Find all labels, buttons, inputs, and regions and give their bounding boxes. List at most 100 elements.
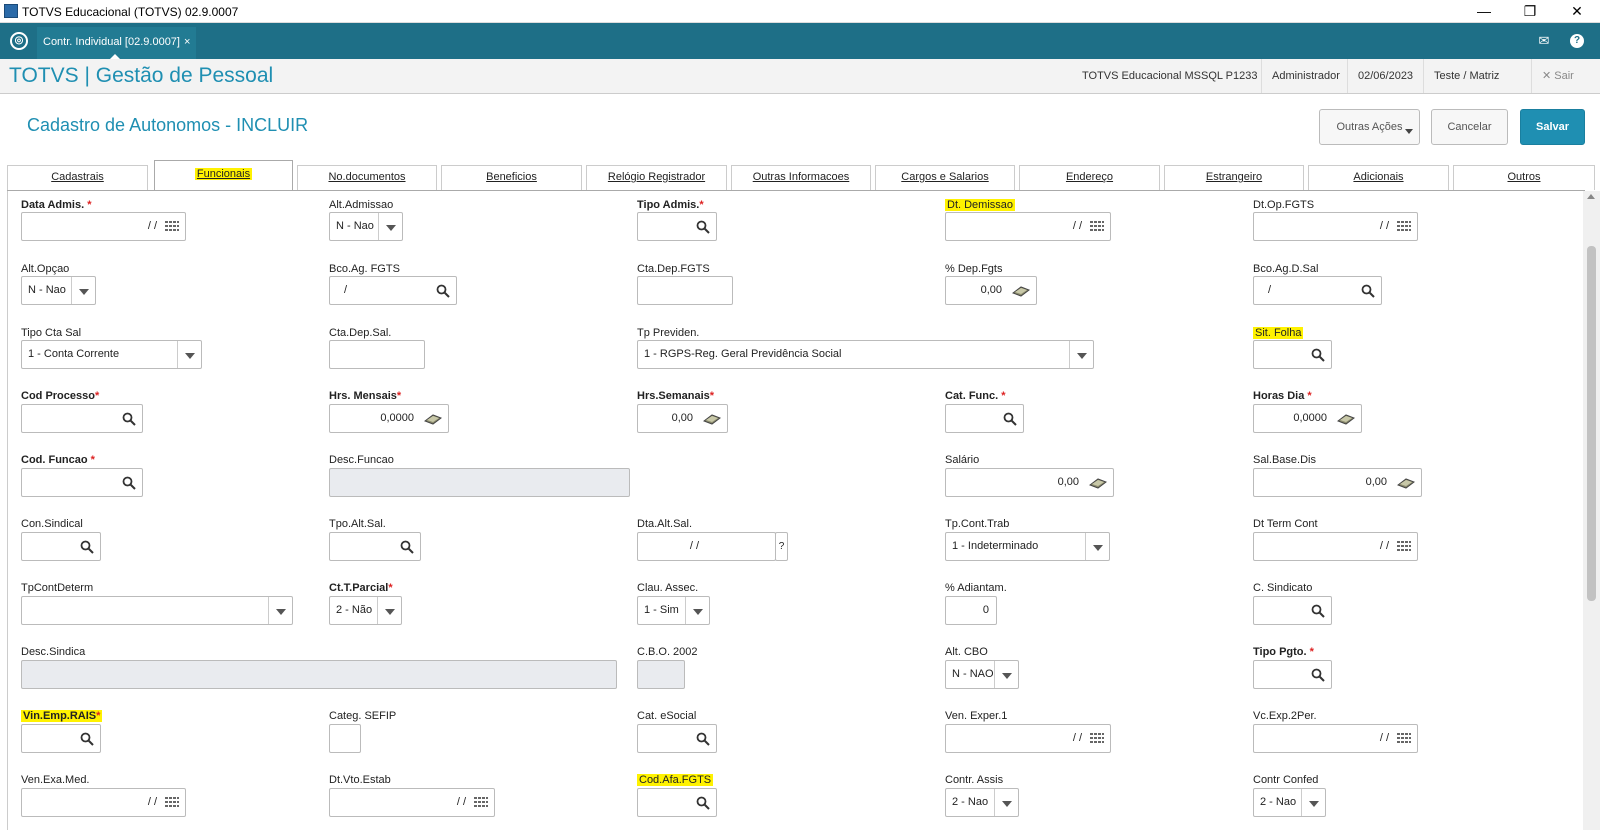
cat-esocial-field[interactable] <box>637 724 717 753</box>
search-icon[interactable] <box>1311 348 1325 362</box>
exit-button[interactable]: ✕ Sair <box>1531 59 1584 93</box>
tpo-alt-sal-field[interactable] <box>329 532 421 561</box>
help-icon[interactable]: ? <box>1570 34 1584 48</box>
dt-op-fgts-field[interactable]: / / <box>1253 212 1418 241</box>
sal-base-dis-field[interactable]: 0,00 <box>1253 468 1422 497</box>
chevron-down-icon[interactable] <box>71 277 95 304</box>
bco-ag-fgts-field[interactable]: / <box>329 276 457 305</box>
cancel-button[interactable]: Cancelar <box>1431 109 1508 145</box>
save-button[interactable]: Salvar <box>1520 109 1585 145</box>
cta-dep-fgts-field[interactable] <box>637 276 733 305</box>
calculator-icon[interactable] <box>703 412 721 426</box>
chevron-down-icon[interactable] <box>268 597 292 624</box>
horas-dia-field[interactable]: 0,0000 <box>1253 404 1362 433</box>
search-icon[interactable] <box>80 732 94 746</box>
calendar-icon[interactable] <box>1397 732 1411 746</box>
calendar-icon[interactable] <box>1397 220 1411 234</box>
dta-alt-sal-field[interactable]: / / <box>637 532 776 561</box>
hrs-semanais-field[interactable]: 0,00 <box>637 404 728 433</box>
ven-exper-1-field[interactable]: / / <box>945 724 1111 753</box>
tab-relogio-registrador[interactable]: Relógio Registrador <box>586 165 727 190</box>
other-actions-button[interactable]: Outras Ações <box>1319 109 1420 145</box>
bco-ag-d-sal-field[interactable]: / <box>1253 276 1382 305</box>
tp-cont-trab-select[interactable]: 1 - Indeterminado <box>945 532 1110 561</box>
calculator-icon[interactable] <box>1012 284 1030 298</box>
chevron-down-icon[interactable] <box>377 597 401 624</box>
restore-button[interactable]: ❐ <box>1515 2 1545 20</box>
search-icon[interactable] <box>1311 668 1325 682</box>
calendar-icon[interactable] <box>1090 732 1104 746</box>
dt-demissao-field[interactable]: / / <box>945 212 1111 241</box>
search-icon[interactable] <box>436 284 450 298</box>
tab-beneficios[interactable]: Beneficios <box>441 165 582 190</box>
scroll-up-icon[interactable] <box>1587 194 1595 199</box>
clau-assec-select[interactable]: 1 - Sim <box>637 596 710 625</box>
categ-sefip-field[interactable] <box>329 724 361 753</box>
tab-cadastrais[interactable]: Cadastrais <box>7 165 148 190</box>
dt-term-cont-field[interactable]: / / <box>1253 532 1418 561</box>
search-icon[interactable] <box>696 220 710 234</box>
contr-assis-select[interactable]: 2 - Nao <box>945 788 1019 817</box>
dta-alt-sal-help-button[interactable]: ? <box>775 532 788 561</box>
search-icon[interactable] <box>1361 284 1375 298</box>
chevron-down-icon[interactable] <box>1069 341 1093 368</box>
tab-estrangeiro[interactable]: Estrangeiro <box>1164 165 1304 190</box>
chevron-down-icon[interactable] <box>1301 789 1325 816</box>
pct-dep-fgts-field[interactable]: 0,00 <box>945 276 1037 305</box>
search-icon[interactable] <box>122 412 136 426</box>
chevron-down-icon[interactable] <box>685 597 709 624</box>
mail-icon[interactable]: ✉ <box>1535 32 1553 50</box>
close-window-button[interactable]: ✕ <box>1562 2 1592 20</box>
tab-cargos-e-salarios[interactable]: Cargos e Salarios <box>875 165 1015 190</box>
search-icon[interactable] <box>696 796 710 810</box>
cat-func-field[interactable] <box>945 404 1024 433</box>
search-icon[interactable] <box>122 476 136 490</box>
chevron-down-icon[interactable] <box>994 789 1018 816</box>
alt-admissao-select[interactable]: N - Nao <box>329 212 403 241</box>
search-icon[interactable] <box>1311 604 1325 618</box>
alt-opcao-select[interactable]: N - Nao <box>21 276 96 305</box>
tab-no-documentos[interactable]: No.documentos <box>297 165 437 190</box>
tab-endereco[interactable]: Endereço <box>1019 165 1160 190</box>
ven-exa-med-field[interactable]: / / <box>21 788 186 817</box>
con-sindical-field[interactable] <box>21 532 101 561</box>
tab-funcionais[interactable]: Funcionais <box>154 160 293 191</box>
tab-outros[interactable]: Outros <box>1453 165 1595 190</box>
calculator-icon[interactable] <box>424 412 442 426</box>
calculator-icon[interactable] <box>1089 476 1107 490</box>
vin-emp-rais-field[interactable] <box>21 724 101 753</box>
search-icon[interactable] <box>1003 412 1017 426</box>
dt-vto-estab-field[interactable]: / / <box>329 788 495 817</box>
tipo-pgto-field[interactable] <box>1253 660 1332 689</box>
alt-cbo-select[interactable]: N - NAO <box>945 660 1019 689</box>
vertical-scrollbar[interactable] <box>1583 191 1600 830</box>
tab-outras-informacoes[interactable]: Outras Informacoes <box>731 165 871 190</box>
calendar-icon[interactable] <box>474 796 488 810</box>
sit-folha-field[interactable] <box>1253 340 1332 369</box>
calculator-icon[interactable] <box>1337 412 1355 426</box>
scrollbar-thumb[interactable] <box>1587 246 1596 601</box>
tipo-admis-field[interactable] <box>637 212 717 241</box>
tab-close-icon[interactable]: × <box>184 36 190 48</box>
minimize-button[interactable]: — <box>1469 2 1499 20</box>
hrs-mensais-field[interactable]: 0,0000 <box>329 404 449 433</box>
tp-previden-select[interactable]: 1 - RGPS-Reg. Geral Previdência Social <box>637 340 1094 369</box>
cod-afa-fgts-field[interactable] <box>637 788 717 817</box>
cod-processo-field[interactable] <box>21 404 143 433</box>
pct-adiantam-field[interactable]: 0 <box>945 596 997 625</box>
search-icon[interactable] <box>400 540 414 554</box>
ct-t-parcial-select[interactable]: 2 - Não <box>329 596 402 625</box>
calendar-icon[interactable] <box>165 220 179 234</box>
branch-info[interactable]: Teste / Matriz <box>1423 59 1509 93</box>
salario-field[interactable]: 0,00 <box>945 468 1114 497</box>
calendar-icon[interactable] <box>1397 540 1411 554</box>
chevron-down-icon[interactable] <box>1085 533 1109 560</box>
calendar-icon[interactable] <box>165 796 179 810</box>
calendar-icon[interactable] <box>1090 220 1104 234</box>
vc-exp-2per-field[interactable]: / / <box>1253 724 1418 753</box>
chevron-down-icon[interactable] <box>378 213 402 240</box>
cod-funcao-field[interactable] <box>21 468 143 497</box>
data-admis-field[interactable]: / / <box>21 212 186 241</box>
tab-adicionais[interactable]: Adicionais <box>1308 165 1449 190</box>
tp-cont-determ-select[interactable] <box>21 596 293 625</box>
